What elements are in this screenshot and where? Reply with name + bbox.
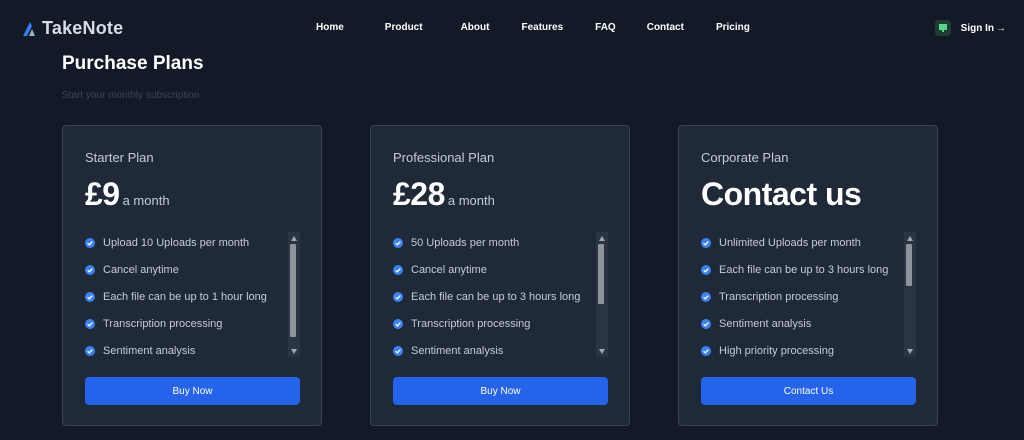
check-icon [85,318,95,329]
feature-text: Transcription processing [719,290,839,303]
nav-link-home[interactable]: Home [316,22,344,33]
price-row: £9 a month [85,176,170,213]
feature-text: Unlimited Uploads per month [719,236,861,249]
plan-period: a month [447,193,495,208]
page-subtitle: Start your monthly subscription [62,90,200,101]
check-icon [393,264,403,275]
plan-period: a month [122,193,170,208]
feature-list: 50 Uploads per month Cancel anytime Each… [393,229,593,364]
check-icon [393,318,403,329]
nav-link-faq[interactable]: FAQ [595,22,616,33]
monitor-icon[interactable] [934,20,951,36]
feature-item: Upload 10 Uploads per month [85,229,285,256]
plan-name: Corporate Plan [701,150,789,165]
check-icon [85,237,95,248]
plan-card-corporate: Corporate Plan Contact us Unlimited Uplo… [678,125,938,426]
feature-text: Each file can be up to 3 hours long [411,290,581,303]
feature-text: Cancel anytime [103,263,179,276]
feature-item: Each file can be up to 1 hour long [85,283,285,310]
price-row: £28 a month [393,176,495,213]
feature-item: Cancel anytime [85,256,285,283]
brand-name: TakeNote [42,18,124,38]
nav-links: Home Product About Features FAQ Contact … [316,22,750,33]
feature-item: Transcription processing [393,310,593,337]
feature-item: Sentiment analysis [701,310,901,337]
scroll-up-icon[interactable] [288,234,300,242]
page-title: Purchase Plans [62,53,204,74]
check-icon [393,291,403,302]
feature-text: Sentiment analysis [719,317,812,330]
scroll-thumb[interactable] [906,244,912,286]
sign-in-button[interactable]: Sign In → [961,23,1006,34]
feature-scrollbar[interactable] [904,232,916,357]
feature-list: Upload 10 Uploads per month Cancel anyti… [85,229,285,364]
nav-right: Sign In → [934,20,1006,36]
buy-now-button[interactable]: Buy Now [85,377,300,405]
plan-name: Starter Plan [85,150,154,165]
check-icon [393,345,403,356]
feature-text: Upload 10 Uploads per month [103,236,250,249]
scroll-down-icon[interactable] [596,347,608,355]
feature-list: Unlimited Uploads per month Each file ca… [701,229,901,364]
check-icon [393,237,403,248]
sign-in-label: Sign In [960,22,994,34]
feature-scrollbar[interactable] [596,232,608,357]
buy-now-button[interactable]: Buy Now [393,377,608,405]
price-row: Contact us [701,176,864,213]
plan-price: Contact us [701,176,862,212]
feature-item: 50 Uploads per month [393,229,593,256]
feature-text: Each file can be up to 1 hour long [103,290,267,303]
pricing-page: TakeNote Home Product About Features FAQ… [0,0,1024,440]
nav-link-product[interactable]: Product [385,22,423,33]
check-icon [701,291,711,302]
top-navbar: TakeNote Home Product About Features FAQ… [0,0,1024,58]
plan-card-starter: Starter Plan £9 a month Upload 10 Upload… [62,125,322,426]
logo-icon [23,21,35,36]
feature-text: Sentiment analysis [103,344,196,357]
nav-link-about[interactable]: About [461,22,490,33]
monitor-glyph [938,24,947,32]
plan-price: £28 [393,176,445,212]
contact-us-button[interactable]: Contact Us [701,377,916,405]
feature-text: 50 Uploads per month [411,236,520,249]
feature-item: Each file can be up to 3 hours long [701,256,901,283]
plan-price: £9 [85,176,120,212]
check-icon [701,237,711,248]
scroll-down-icon[interactable] [904,347,916,355]
scroll-up-icon[interactable] [904,234,916,242]
nav-link-pricing[interactable]: Pricing [716,22,750,33]
brand-logo[interactable]: TakeNote [22,18,123,39]
feature-text: Each file can be up to 3 hours long [719,263,889,276]
feature-item: Unlimited Uploads per month [701,229,901,256]
feature-text: Sentiment analysis [411,344,504,357]
feature-item: Sentiment analysis [85,337,285,364]
feature-item: Sentiment analysis [393,337,593,364]
feature-item: Each file can be up to 3 hours long [393,283,593,310]
scroll-thumb[interactable] [598,244,604,304]
check-icon [85,291,95,302]
feature-text: Transcription processing [103,317,223,330]
check-icon [701,264,711,275]
feature-text: Transcription processing [411,317,531,330]
feature-text: High priority processing [719,344,834,357]
plan-name: Professional Plan [393,150,495,165]
nav-link-features[interactable]: Features [521,22,563,33]
feature-item: Cancel anytime [393,256,593,283]
feature-scrollbar[interactable] [288,232,300,357]
feature-item: Transcription processing [701,283,901,310]
scroll-up-icon[interactable] [596,234,608,242]
check-icon [701,318,711,329]
feature-item: High priority processing [701,337,901,364]
feature-item: Transcription processing [85,310,285,337]
nav-link-contact[interactable]: Contact [647,22,684,33]
arrow-right-icon: → [996,22,1006,34]
feature-text: Cancel anytime [411,263,487,276]
scroll-thumb[interactable] [290,244,296,337]
check-icon [701,345,711,356]
plan-card-professional: Professional Plan £28 a month 50 Uploads… [370,125,630,426]
check-icon [85,345,95,356]
check-icon [85,264,95,275]
scroll-down-icon[interactable] [288,347,300,355]
